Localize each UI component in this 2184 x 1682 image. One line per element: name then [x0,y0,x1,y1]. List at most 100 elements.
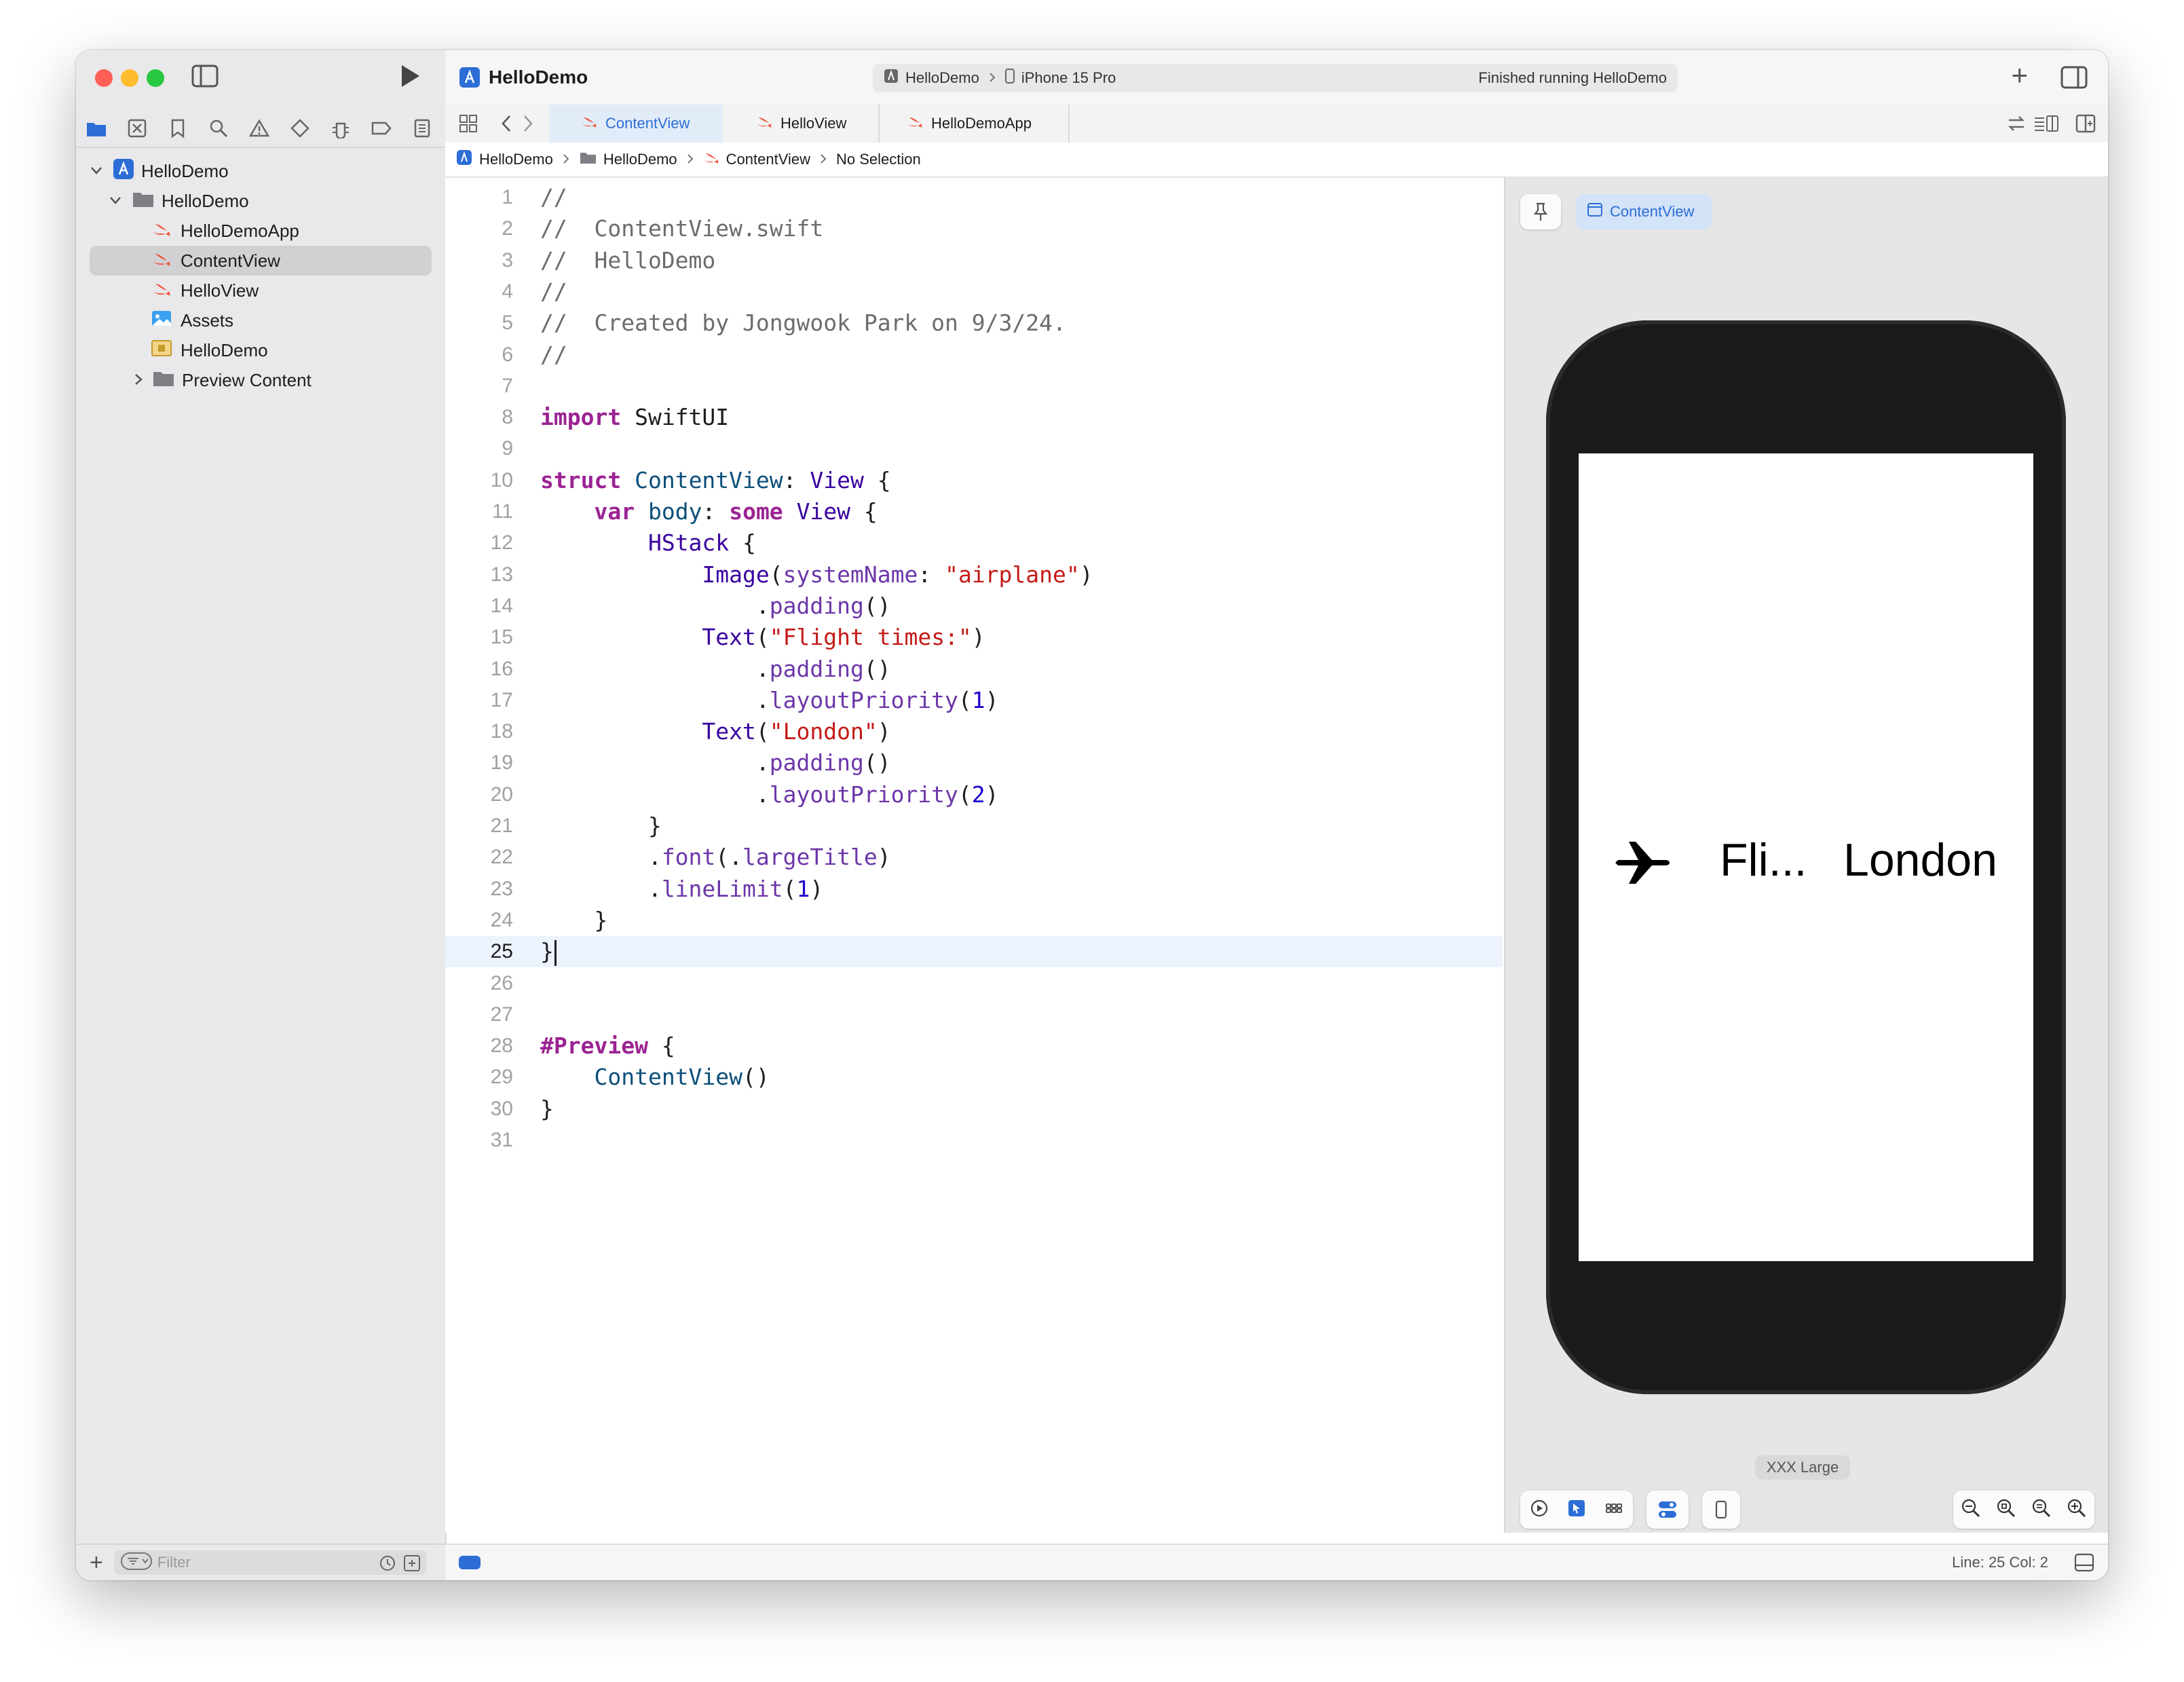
add-library-icon[interactable]: + [2011,61,2028,90]
code-text: HStack { [647,529,756,557]
code-line[interactable]: 10 struct ContentView: View { [445,465,1503,496]
hide-debug-area-icon[interactable] [2074,1553,2094,1576]
sidebar-toggle-icon[interactable] [191,64,219,92]
code-line[interactable]: 28 #Preview { [445,1030,1503,1062]
tree-item-file[interactable]: HelloView [76,276,259,305]
find-navigator-icon[interactable] [198,110,239,147]
tab-contentview[interactable]: ContentView [550,105,722,143]
zoom-to-fit-icon[interactable] [2031,1498,2052,1522]
selectable-mode-icon[interactable] [1567,1499,1586,1521]
code-line[interactable]: 19 .padding() [445,747,1503,779]
add-editor-split-icon[interactable] [2075,114,2096,136]
code-line[interactable]: 7 [445,371,1503,402]
debug-navigator-icon[interactable] [320,110,361,147]
code-text: Image(systemName: "airplane") [702,561,1093,588]
forward-arrow-icon[interactable] [521,114,535,136]
tree-item-file-selected[interactable]: ContentView [90,246,432,276]
code-line[interactable]: 9 [445,433,1503,464]
variants-mode-icon[interactable] [1604,1499,1623,1521]
chevron-down-icon[interactable] [90,161,113,182]
scheme-selector[interactable]: HelloDemo iPhone 15 Pro [873,64,1116,92]
chevron-down-icon[interactable] [109,191,132,212]
code-line[interactable]: 31 [445,1125,1503,1156]
related-items-grid-icon[interactable] [459,114,478,136]
bookmark-navigator-icon[interactable] [157,110,198,147]
breadcrumb-item[interactable]: No Selection [836,151,921,168]
back-arrow-icon[interactable] [500,114,513,136]
code-line[interactable]: 14 .padding() [445,591,1503,622]
issue-navigator-icon[interactable] [239,110,280,147]
code-line[interactable]: 2 // ContentView.swift [445,213,1503,244]
code-line[interactable]: 17 .layoutPriority(1) [445,685,1503,716]
line-number: 18 [490,720,513,743]
code-line[interactable]: 22 .font(.largeTitle) [445,842,1503,873]
code-text: } [540,906,608,933]
code-line[interactable]: 1 // [445,182,1503,213]
tree-item-group[interactable]: HelloDemo [76,186,249,216]
close-window-button[interactable] [95,69,113,87]
code-line[interactable]: 5 // Created by Jongwook Park on 9/3/24. [445,307,1503,339]
code-line[interactable]: 21 } [445,810,1503,842]
debug-area-toggle-icon[interactable] [459,1556,481,1569]
zoom-out-icon[interactable] [1961,1498,1981,1522]
swift-file-icon [152,280,171,302]
tab-helloview[interactable]: HelloView [722,105,880,143]
breakpoint-navigator-icon[interactable] [361,110,402,147]
inspector-toggle-icon[interactable] [2060,65,2088,93]
preview-screen[interactable]: Fli... London [1579,453,2033,1261]
source-control-navigator-icon[interactable] [117,110,157,147]
code-line[interactable]: 8 import SwiftUI [445,402,1503,433]
add-icon[interactable]: + [90,1550,103,1576]
code-line[interactable]: 4 // [445,276,1503,307]
tree-item-group-collapsed[interactable]: Preview Content [76,365,312,395]
zoom-in-icon[interactable] [2067,1498,2087,1522]
code-line[interactable]: 29 ContentView() [445,1062,1503,1093]
code-line[interactable]: 16 .padding() [445,654,1503,685]
recent-files-icon[interactable] [379,1554,396,1575]
source-control-filter-icon[interactable] [403,1554,421,1575]
report-navigator-icon[interactable] [402,110,443,147]
code-line[interactable]: 30} [445,1094,1503,1125]
chevron-right-icon[interactable] [132,370,152,391]
live-mode-icon[interactable] [1530,1499,1549,1521]
code-line[interactable]: 27 [445,999,1503,1030]
code-line[interactable]: 11 var body: some View { [445,496,1503,527]
line-number: 6 [502,343,513,366]
code-line[interactable]: 12 HStack { [445,527,1503,559]
tree-item-project[interactable]: HelloDemo [76,156,229,186]
tree-item-file[interactable]: HelloDemoApp [76,216,299,246]
zoom-window-button[interactable] [147,69,164,87]
zoom-actual-size-icon[interactable] [1996,1498,2016,1522]
run-button[interactable] [398,62,422,93]
breadcrumb-item[interactable]: HelloDemo [479,151,553,168]
project-navigator-icon[interactable] [76,110,117,147]
editor-options-icon[interactable] [2033,114,2060,136]
code-line[interactable]: 26 [445,968,1503,999]
preview-canvas: ContentView Fli... London XXX Large [1504,178,2108,1533]
tree-item-entitlements[interactable]: HelloDemo [76,335,268,365]
code-review-icon[interactable] [2006,114,2027,136]
code-line[interactable]: 20 .layoutPriority(2) [445,779,1503,810]
device-selector-button[interactable] [1702,1491,1740,1529]
filter-field[interactable]: Filter [113,1550,426,1575]
breadcrumb-item[interactable]: ContentView [726,151,810,168]
preview-selector-button[interactable]: ContentView [1576,194,1712,229]
code-line[interactable]: 15 Text("Flight times:") [445,622,1503,653]
tree-item-assets[interactable]: Assets [76,305,233,335]
code-line[interactable]: 24 } [445,905,1503,936]
minimize-window-button[interactable] [121,69,138,87]
test-navigator-icon[interactable] [280,110,320,147]
code-line[interactable]: 3 // HelloDemo [445,245,1503,276]
breadcrumb-item[interactable]: HelloDemo [603,151,677,168]
code-text: // HelloDemo [540,246,716,274]
device-settings-button[interactable] [1646,1491,1689,1529]
tab-hellodemoapp[interactable]: HelloDemoApp [880,105,1070,143]
pin-preview-button[interactable] [1520,194,1561,229]
code-line[interactable]: 18 Text("London") [445,716,1503,747]
code-line[interactable]: 23 .lineLimit(1) [445,874,1503,905]
source-editor[interactable]: 1 // 2 // ContentView.swift 3 // HelloDemo 4 //… [445,178,1503,1533]
code-line[interactable]: 25} [445,936,1503,968]
code-line[interactable]: 6 // [445,339,1503,371]
filter-options-icon[interactable] [120,1552,152,1573]
code-line[interactable]: 13 Image(systemName: "airplane") [445,559,1503,591]
